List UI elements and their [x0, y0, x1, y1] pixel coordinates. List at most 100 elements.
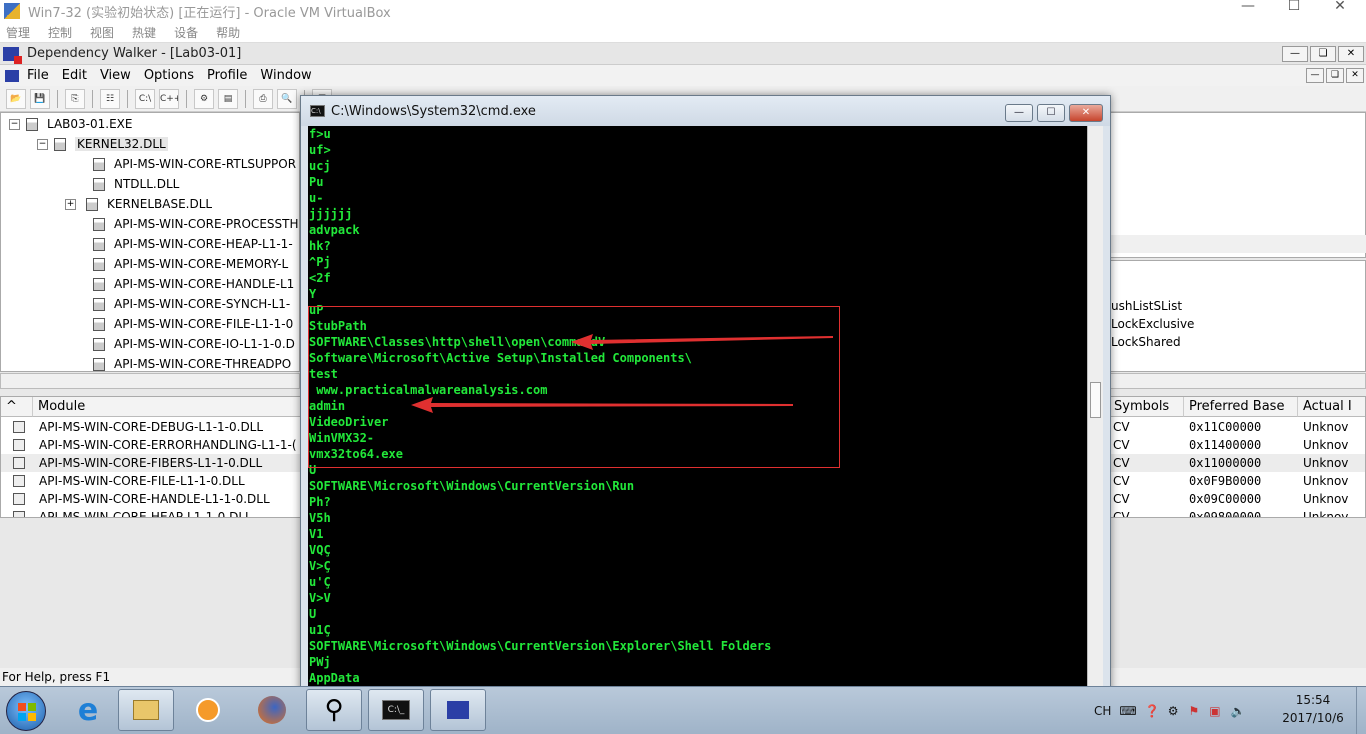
function-name[interactable]: LockExclusive [1111, 317, 1194, 331]
close-icon[interactable]: ✕ [1069, 104, 1103, 122]
tree-node[interactable]: API-MS-WIN-CORE-HEAP-L1-1- [93, 234, 293, 254]
action-center-icon[interactable]: ⚑ [1188, 704, 1199, 718]
tree-node[interactable]: API-MS-WIN-CORE-PROCESSTH [93, 214, 298, 234]
vbox-menu-hotkeys[interactable]: 热键 [132, 24, 156, 41]
module-icon [54, 137, 66, 151]
show-desktop-button[interactable] [1356, 687, 1366, 734]
find-icon[interactable]: 🔍 [277, 88, 297, 109]
mdi-child-icon[interactable] [5, 69, 19, 82]
help-icon[interactable]: ❓ [1145, 704, 1160, 718]
start-button[interactable] [6, 691, 46, 731]
module-icon [93, 177, 105, 191]
open-icon[interactable]: 📂 [6, 88, 26, 109]
expand-icon[interactable]: + [65, 198, 76, 210]
full-paths-button[interactable]: C:\ [135, 88, 155, 109]
tree-node-root[interactable]: − LAB03-01.EXE [9, 114, 132, 134]
function-name[interactable]: ushListSList [1111, 299, 1182, 313]
column-header-module[interactable]: Module [33, 397, 303, 417]
restore-icon[interactable]: ❏ [1310, 46, 1336, 62]
tree-node-kernel32[interactable]: − KERNEL32.DLL [37, 134, 168, 154]
minimize-icon[interactable]: — [1306, 68, 1324, 83]
cmd-icon: C:\ [310, 105, 325, 117]
cmd-window[interactable]: C:\ C:\Windows\System32\cmd.exe — ☐ ✕ f>… [300, 95, 1111, 727]
save-icon[interactable]: 💾 [30, 88, 50, 109]
vbox-menu-devices[interactable]: 设备 [174, 24, 198, 41]
module-name: API-MS-WIN-CORE-ERRORHANDLING-L1-1-( [39, 438, 297, 452]
explorer-icon[interactable] [118, 689, 174, 731]
collapse-icon[interactable]: − [9, 118, 20, 130]
dependency-walker-taskbar-icon[interactable] [430, 689, 486, 731]
network-icon[interactable]: ▣ [1209, 704, 1220, 718]
exports-pane[interactable]: ushListSList LockExclusive LockShared [1108, 260, 1366, 372]
internet-explorer-icon[interactable]: e [60, 689, 116, 731]
keyboard-icon[interactable]: ⌨ [1119, 704, 1136, 718]
tree-node[interactable]: API-MS-WIN-CORE-RTLSUPPOR [93, 154, 296, 174]
menu-window[interactable]: Window [260, 68, 311, 83]
column-header-symbols[interactable]: Symbols [1109, 397, 1184, 417]
profile-icon[interactable]: ⚙ [194, 88, 214, 109]
menu-file[interactable]: File [27, 68, 49, 83]
vbox-menu-control[interactable]: 控制 [48, 24, 72, 41]
tree-node[interactable]: API-MS-WIN-CORE-FILE-L1-1-0 [93, 314, 293, 334]
column-header-preferred-base[interactable]: Preferred Base [1184, 397, 1298, 417]
tree-node[interactable]: + KERNELBASE.DLL [65, 194, 212, 214]
tree-node-label: API-MS-WIN-CORE-MEMORY-L [114, 257, 289, 271]
clock[interactable]: 15:54 2017/10/6 [1278, 691, 1348, 727]
tree-horizontal-scrollbar[interactable] [0, 373, 300, 389]
restore-icon[interactable]: ❏ [1326, 68, 1344, 83]
console-line: <2f [309, 271, 331, 285]
vbox-menu-manage[interactable]: 管理 [6, 24, 30, 41]
tree-node[interactable]: API-MS-WIN-CORE-MEMORY-L [93, 254, 288, 274]
toolbar-separator [127, 89, 128, 108]
minimize-icon[interactable]: — [1225, 0, 1271, 22]
menu-options[interactable]: Options [144, 68, 194, 83]
menu-edit[interactable]: Edit [62, 68, 87, 83]
module-tree[interactable]: − LAB03-01.EXE − KERNEL32.DLL API-MS-WIN… [0, 112, 300, 372]
menu-profile[interactable]: Profile [207, 68, 247, 83]
vbox-menu-view[interactable]: 视图 [90, 24, 114, 41]
tree-expand-icon[interactable]: ☷ [100, 88, 120, 109]
column-header-sort[interactable]: ^ [1, 397, 33, 417]
column-header-actual-base[interactable]: Actual I [1298, 397, 1365, 417]
close-icon[interactable]: ✕ [1346, 68, 1364, 83]
actual-base-cell: Unknov [1303, 510, 1349, 518]
cmd-title-bar[interactable]: C:\ C:\Windows\System32\cmd.exe — ☐ ✕ [301, 96, 1110, 126]
vbox-menu-help[interactable]: 帮助 [216, 24, 240, 41]
tree-node[interactable]: API-MS-WIN-CORE-SYNCH-L1- [93, 294, 290, 314]
minimize-icon[interactable]: — [1005, 104, 1033, 122]
search-tool-icon[interactable]: ⚲ [306, 689, 362, 731]
properties-icon[interactable]: ▤ [218, 88, 238, 109]
actual-base-cell: Unknov [1303, 456, 1349, 470]
tree-node[interactable]: NTDLL.DLL [93, 174, 179, 194]
minimize-icon[interactable]: — [1282, 46, 1308, 62]
collapse-icon[interactable]: − [37, 138, 48, 150]
maximize-icon[interactable]: ☐ [1271, 0, 1317, 22]
print-icon[interactable]: ⎙ [253, 88, 273, 109]
undecorate-cpp-button[interactable]: C++ [159, 88, 179, 109]
menu-view[interactable]: View [100, 68, 131, 83]
tree-node[interactable]: API-MS-WIN-CORE-HANDLE-L1 [93, 274, 294, 294]
module-icon [13, 457, 25, 469]
console-line: PWj [309, 655, 331, 669]
depwalker-title: Dependency Walker - [Lab03-01] [27, 46, 242, 61]
console-vertical-scrollbar[interactable] [1087, 126, 1103, 704]
settings-icon[interactable]: ⚙ [1168, 704, 1179, 718]
function-name[interactable]: LockShared [1111, 335, 1181, 349]
language-indicator[interactable]: CH [1094, 704, 1111, 718]
media-player-icon[interactable] [180, 689, 236, 731]
tree-node[interactable]: API-MS-WIN-CORE-IO-L1-1-0.D [93, 334, 295, 354]
scroll-thumb[interactable] [1090, 382, 1101, 418]
symbols-cell: CV [1113, 510, 1130, 518]
close-icon[interactable]: ✕ [1317, 0, 1363, 22]
parent-imports-scrollbar[interactable] [1108, 235, 1366, 253]
maximize-icon[interactable]: ☐ [1037, 104, 1065, 122]
close-icon[interactable]: ✕ [1338, 46, 1364, 62]
actual-base-cell: Unknov [1303, 474, 1349, 488]
cmd-taskbar-icon[interactable]: C:\_ [368, 689, 424, 731]
preferred-base-cell: 0x09800000 [1189, 510, 1262, 518]
volume-icon[interactable]: 🔈 [1231, 704, 1246, 718]
tree-node[interactable]: API-MS-WIN-CORE-THREADPO [93, 354, 291, 371]
firefox-icon[interactable] [244, 689, 300, 731]
copy-icon[interactable]: ⎘ [65, 88, 85, 109]
exports-horizontal-scrollbar[interactable] [1108, 373, 1366, 389]
